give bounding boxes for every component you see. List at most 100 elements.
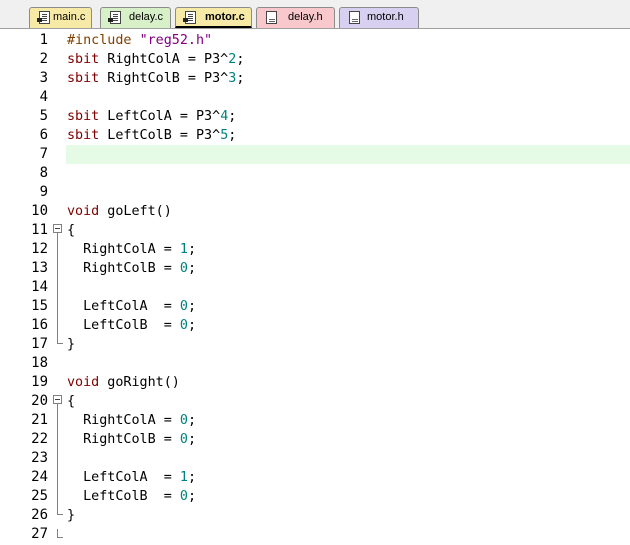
code-token: 0	[179, 413, 188, 428]
code-line[interactable]: }	[67, 506, 75, 525]
code-line[interactable]: LeftColB = 0;	[67, 316, 196, 335]
code-token: 1	[179, 470, 188, 485]
fold-toggle-icon[interactable]	[53, 224, 62, 233]
code-token: #include	[67, 33, 140, 48]
code-line[interactable]: #include "reg52.h"	[67, 31, 212, 50]
fold-end-marker	[57, 537, 63, 538]
code-line[interactable]: }	[67, 335, 75, 354]
code-token: ;	[187, 261, 196, 276]
line-number: 23	[31, 450, 48, 466]
c-file-icon	[183, 11, 196, 24]
code-token: 0	[179, 261, 188, 276]
code-token: RightColA =	[67, 413, 180, 428]
tab-main-c[interactable]: main.c	[29, 7, 92, 28]
code-token: void	[67, 204, 100, 219]
code-line[interactable]: {	[67, 392, 75, 411]
code-token: RightColA =	[67, 242, 180, 257]
tab-motor-c[interactable]: motor.c	[175, 7, 252, 28]
code-line[interactable]: void goRight()	[67, 373, 180, 392]
code-token: LeftColB = P3^	[99, 128, 221, 143]
code-token: ;	[187, 432, 196, 447]
line-number: 22	[31, 431, 48, 447]
line-number: 25	[31, 488, 48, 504]
code-token: ;	[187, 489, 196, 504]
tab-label: motor.c	[205, 11, 245, 23]
code-token: 0	[179, 299, 188, 314]
code-token: ;	[187, 413, 196, 428]
line-number: 19	[31, 374, 48, 390]
code-token: ;	[187, 470, 196, 485]
code-token: goRight()	[99, 375, 180, 390]
code-token: {	[67, 223, 76, 238]
code-token: RightColB = P3^	[99, 71, 229, 86]
code-token: LeftColB =	[67, 489, 180, 504]
code-token: LeftColA =	[67, 470, 180, 485]
code-token: ;	[187, 318, 196, 333]
code-token: LeftColA =	[67, 299, 180, 314]
line-number: 24	[31, 469, 48, 485]
code-token: sbit	[67, 71, 100, 86]
line-number: 17	[31, 336, 48, 352]
code-line[interactable]: sbit RightColA = P3^2;	[67, 50, 244, 69]
code-token: ;	[228, 128, 237, 143]
current-line-highlight	[66, 145, 630, 164]
c-file-icon	[108, 11, 121, 24]
line-number: 6	[39, 127, 48, 143]
code-line[interactable]: RightColA = 0;	[67, 411, 196, 430]
code-token: ;	[228, 109, 237, 124]
code-token: ;	[236, 52, 245, 67]
code-token: {	[67, 394, 76, 409]
code-line[interactable]: RightColA = 1;	[67, 240, 196, 259]
code-token: sbit	[67, 109, 100, 124]
code-token: 0	[179, 489, 188, 504]
code-line[interactable]: void goLeft()	[67, 202, 172, 221]
fold-margin	[52, 29, 65, 545]
tab-label: motor.h	[367, 11, 404, 23]
line-number: 26	[31, 507, 48, 523]
code-token: sbit	[67, 52, 100, 67]
code-token: LeftColA = P3^	[99, 109, 221, 124]
code-line[interactable]: sbit RightColB = P3^3;	[67, 69, 244, 88]
code-token: void	[67, 375, 100, 390]
code-token: "reg52.h"	[139, 33, 213, 48]
line-number: 16	[31, 317, 48, 333]
fold-line	[57, 233, 58, 343]
code-line[interactable]: LeftColA = 0;	[67, 297, 196, 316]
h-file-icon	[266, 11, 277, 24]
code-token: goLeft()	[99, 204, 172, 219]
code-line[interactable]: LeftColA = 1;	[67, 468, 196, 487]
code-token: sbit	[67, 128, 100, 143]
fold-toggle-icon[interactable]	[53, 395, 62, 404]
tab-label: delay.h	[288, 11, 323, 23]
line-number: 12	[31, 241, 48, 257]
code-token: RightColB =	[67, 261, 180, 276]
code-line[interactable]: RightColB = 0;	[67, 430, 196, 449]
code-line[interactable]: sbit LeftColB = P3^5;	[67, 126, 236, 145]
line-number: 9	[39, 184, 48, 200]
fold-line	[57, 529, 58, 537]
code-line[interactable]: LeftColB = 0;	[67, 487, 196, 506]
code-token: 0	[179, 318, 188, 333]
tab-motor-h[interactable]: motor.h	[339, 7, 419, 28]
code-token: ;	[187, 242, 196, 257]
tab-delay-c[interactable]: delay.c	[100, 7, 171, 28]
code-line[interactable]: {	[67, 221, 75, 240]
c-file-icon	[37, 11, 50, 24]
line-number: 21	[31, 412, 48, 428]
h-file-icon	[349, 11, 360, 24]
code-token: 0	[179, 432, 188, 447]
line-number: 14	[31, 279, 48, 295]
line-number: 18	[31, 355, 48, 371]
code-line[interactable]: RightColB = 0;	[67, 259, 196, 278]
line-number: 7	[39, 146, 48, 162]
code-token: }	[67, 508, 76, 523]
line-number: 27	[31, 526, 48, 542]
line-number: 10	[31, 203, 48, 219]
line-number: 8	[39, 165, 48, 181]
line-number: 20	[31, 393, 48, 409]
line-number: 5	[39, 108, 48, 124]
code-token: RightColA = P3^	[99, 52, 229, 67]
tab-delay-h[interactable]: delay.h	[256, 7, 335, 28]
code-line[interactable]: sbit LeftColA = P3^4;	[67, 107, 236, 126]
code-editor[interactable]: 1 #include "reg52.h" 2 sbit RightColA = P3^…	[0, 29, 630, 545]
